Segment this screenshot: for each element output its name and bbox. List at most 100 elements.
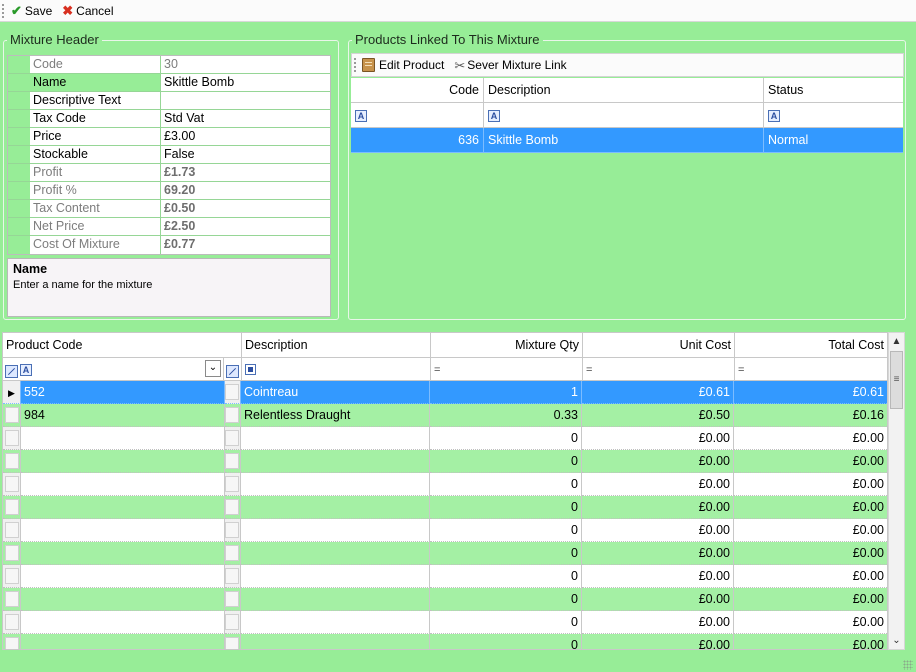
edit-button-box[interactable] [225,568,239,584]
property-value[interactable]: Skittle Bomb [161,74,330,91]
unit-cost-cell[interactable]: £0.00 [582,519,734,542]
linked-description-cell[interactable]: Skittle Bomb [484,128,764,153]
mixture-qty-cell[interactable]: 0 [430,496,582,519]
product-edit-cell[interactable] [225,450,241,473]
edit-button-box[interactable] [225,430,239,446]
property-row[interactable]: Profit £1.73 [8,164,330,182]
product-code-cell[interactable] [21,611,225,634]
product-code-cell[interactable] [21,496,225,519]
mixture-qty-cell[interactable]: 0 [430,634,582,649]
property-row[interactable]: Tax Content £0.50 [8,200,330,218]
scroll-down-button[interactable]: ⌄ [889,632,904,649]
unit-cost-cell[interactable]: £0.00 [582,611,734,634]
column-header-mixture-qty[interactable]: Mixture Qty [431,333,583,358]
filter-cell-status[interactable]: A [764,103,903,128]
edit-button-box[interactable] [225,614,239,630]
table-row[interactable]: 0 £0.00 £0.00 [3,634,887,649]
row-indicator[interactable] [3,588,21,611]
mixture-qty-cell[interactable]: 0 [430,542,582,565]
filter-cell-total-cost[interactable]: = [735,358,887,381]
mixture-qty-cell[interactable]: 0 [430,611,582,634]
table-row[interactable]: 636 Skittle Bomb Normal [351,128,903,153]
row-indicator[interactable] [3,496,21,519]
cancel-button[interactable]: ✖ Cancel [62,4,113,18]
filter-text-icon[interactable]: A [768,109,780,122]
product-edit-cell[interactable] [225,496,241,519]
description-cell[interactable] [241,611,430,634]
column-header-code[interactable]: Code [351,78,484,103]
edit-button-box[interactable] [225,545,239,561]
description-cell[interactable] [241,496,430,519]
mixture-qty-cell[interactable]: 0 [430,565,582,588]
total-cost-cell[interactable]: £0.00 [734,634,887,649]
total-cost-cell[interactable]: £0.16 [734,404,887,427]
table-row[interactable]: ▶ 552 Cointreau 1 £0.61 £0.61 [3,381,887,404]
edit-button-box[interactable] [225,453,239,469]
description-cell[interactable] [241,450,430,473]
row-indicator[interactable] [3,634,21,649]
total-cost-cell[interactable]: £0.61 [734,381,887,404]
table-row[interactable]: 0 £0.00 £0.00 [3,427,887,450]
unit-cost-cell[interactable]: £0.00 [582,450,734,473]
column-header-description[interactable]: Description [242,333,431,358]
property-row[interactable]: Stockable False [8,146,330,164]
property-row[interactable]: Tax Code Std Vat [8,110,330,128]
row-indicator[interactable] [3,519,21,542]
property-value[interactable]: False [161,146,330,163]
property-row[interactable]: Profit % 69.20 [8,182,330,200]
table-row[interactable]: 0 £0.00 £0.00 [3,496,887,519]
row-indicator[interactable] [3,427,21,450]
product-code-cell[interactable] [21,588,225,611]
property-value[interactable]: Std Vat [161,110,330,127]
row-indicator[interactable] [3,473,21,496]
scroll-up-button[interactable]: ▲ [889,333,904,350]
product-code-cell[interactable] [21,565,225,588]
mixture-qty-cell[interactable]: 1 [430,381,582,404]
filter-equals-icon[interactable]: = [586,364,592,376]
edit-product-button[interactable]: Edit Product [362,58,444,72]
clear-filter-icon[interactable] [226,365,239,379]
table-row[interactable]: 0 £0.00 £0.00 [3,542,887,565]
table-row[interactable]: 0 £0.00 £0.00 [3,450,887,473]
property-row[interactable]: Code 30 [8,56,330,74]
total-cost-cell[interactable]: £0.00 [734,565,887,588]
row-indicator[interactable] [3,542,21,565]
property-value[interactable] [161,92,330,109]
description-cell[interactable]: Relentless Draught [241,404,430,427]
table-row[interactable]: 0 £0.00 £0.00 [3,611,887,634]
table-row[interactable]: 984 Relentless Draught 0.33 £0.50 £0.16 [3,404,887,427]
product-edit-cell[interactable] [225,634,241,649]
total-cost-cell[interactable]: £0.00 [734,496,887,519]
table-row[interactable]: 0 £0.00 £0.00 [3,565,887,588]
product-edit-cell[interactable] [225,611,241,634]
filter-equals-icon[interactable]: = [738,364,744,376]
description-cell[interactable] [241,473,430,496]
product-edit-cell[interactable] [225,519,241,542]
resize-grip-icon[interactable] [903,660,913,670]
filter-select-icon[interactable] [245,364,256,376]
mixture-qty-cell[interactable]: 0 [430,450,582,473]
row-indicator[interactable] [3,611,21,634]
product-edit-cell[interactable] [225,427,241,450]
product-edit-cell[interactable] [225,588,241,611]
filter-cell-product-code[interactable]: A ⌄ [3,358,224,381]
property-row[interactable]: Name Skittle Bomb [8,74,330,92]
filter-cell-description[interactable]: A [484,103,764,128]
mixture-qty-cell[interactable]: 0 [430,473,582,496]
row-indicator[interactable]: ▶ [3,381,21,404]
linked-code-cell[interactable]: 636 [351,128,484,153]
row-indicator[interactable] [3,404,21,427]
mixture-grid-vertical-scrollbar[interactable]: ▲ ≡ ⌄ [888,332,905,650]
sub-toolbar-grip[interactable] [354,58,357,72]
product-code-dropdown[interactable]: ⌄ [205,360,221,377]
product-code-cell[interactable] [21,519,225,542]
product-code-cell[interactable]: 984 [21,404,225,427]
description-cell[interactable] [241,427,430,450]
mixture-qty-cell[interactable]: 0.33 [430,404,582,427]
unit-cost-cell[interactable]: £0.00 [582,427,734,450]
mixture-qty-cell[interactable]: 0 [430,519,582,542]
row-indicator[interactable] [3,565,21,588]
edit-button-box[interactable] [225,384,239,400]
unit-cost-cell[interactable]: £0.00 [582,496,734,519]
product-edit-cell[interactable] [225,542,241,565]
